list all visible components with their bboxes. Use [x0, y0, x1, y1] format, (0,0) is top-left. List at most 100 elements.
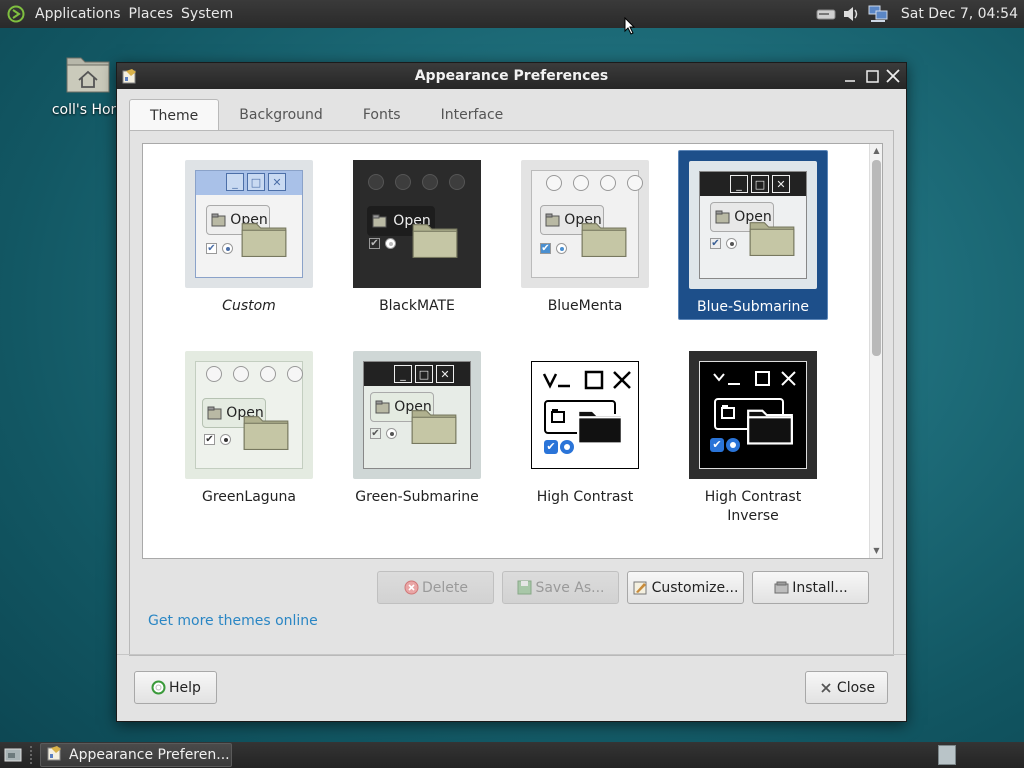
theme-list-scrollbar[interactable]: ▲ ▼: [869, 144, 882, 558]
save-as-button[interactable]: Save As...: [502, 571, 619, 604]
theme-name: Green-Submarine: [355, 489, 479, 505]
open-folder-icon: [207, 406, 222, 420]
help-icon: [150, 680, 166, 696]
help-button[interactable]: Help: [134, 671, 217, 704]
install-icon: [773, 580, 789, 596]
open-folder-icon: [211, 213, 226, 227]
checkbox-preview-icon: ✔: [206, 243, 217, 254]
volume-icon[interactable]: [841, 4, 863, 24]
open-folder-icon: [372, 214, 387, 228]
theme-list: _ □ ✕ Open ✔ Custom Open ✔ BlackMATE Ope…: [142, 143, 883, 559]
theme-preview: Open ✔: [353, 160, 481, 288]
folder-icon: [411, 410, 457, 444]
checkbox-preview-icon: ✔: [370, 428, 381, 439]
radio-preview-icon: [385, 238, 396, 249]
theme-preview: _ □ ✕ Open ✔: [353, 351, 481, 479]
close-button[interactable]: Close: [805, 671, 888, 704]
mouse-cursor-icon: [624, 17, 636, 35]
window-title: Appearance Preferences: [414, 68, 609, 84]
menu-applications[interactable]: Applications: [31, 6, 125, 22]
taskbar-window-label: Appearance Preferen...: [69, 747, 230, 763]
folder-icon: [241, 223, 287, 257]
folder-icon: [243, 416, 289, 450]
theme-tab-panel: _ □ ✕ Open ✔ Custom Open ✔ BlackMATE Ope…: [129, 130, 894, 656]
bottom-panel: Appearance Preferen...: [0, 742, 1024, 768]
theme-blackmate[interactable]: Open ✔ BlackMATE: [342, 160, 492, 316]
panel-grip[interactable]: [30, 746, 36, 764]
home-folder-icon: [66, 57, 110, 93]
theme-greensub[interactable]: _ □ ✕ Open ✔ Green-Submarine: [342, 351, 492, 507]
maximize-icon: [865, 69, 879, 83]
theme-preview: Open ✔: [521, 160, 649, 288]
open-folder-icon: [545, 213, 560, 227]
theme-preview: ✔: [689, 351, 817, 479]
theme-name: High Contrast: [536, 489, 634, 505]
theme-preview: _ □ ✕ Open ✔: [689, 161, 817, 289]
tab-fonts[interactable]: Fonts: [343, 99, 421, 131]
theme-preview: _ □ ✕ Open ✔: [185, 160, 313, 288]
menu-places[interactable]: Places: [125, 6, 178, 22]
dialog-separator: [117, 654, 906, 655]
theme-greenlaguna[interactable]: Open ✔ GreenLaguna: [174, 351, 324, 507]
hci-window-buttons-icon: [713, 371, 796, 386]
tab-bar: Theme Background Fonts Interface: [129, 99, 523, 131]
theme-name: BlackMATE: [379, 298, 455, 314]
system-tray: [815, 4, 889, 24]
checkbox-preview-icon: ✔: [710, 238, 721, 249]
hc-window-buttons-icon: [542, 370, 631, 390]
scroll-up-icon[interactable]: ▲: [872, 146, 881, 156]
hci-open-icon: [721, 405, 735, 419]
theme-name: BlueMenta: [547, 298, 623, 314]
appearance-preferences-window: Appearance Preferences Theme Background …: [116, 62, 907, 722]
radio-preview-icon: [556, 243, 567, 254]
tab-background[interactable]: Background: [219, 99, 343, 131]
mate-menu-icon[interactable]: [5, 3, 27, 25]
window-content: Theme Background Fonts Interface _ □ ✕ Ope…: [129, 99, 894, 656]
theme-preview: ✔: [521, 351, 649, 479]
delete-icon: [403, 580, 419, 596]
folder-icon: [412, 224, 458, 258]
folder-icon: [749, 222, 795, 256]
scroll-down-icon[interactable]: ▼: [872, 546, 881, 556]
theme-name: Custom: [222, 298, 276, 314]
get-more-themes-link[interactable]: Get more themes online: [148, 613, 318, 629]
close-x-icon: [818, 680, 834, 696]
folder-icon: [747, 409, 793, 445]
radio-preview-icon: [222, 243, 233, 254]
close-label: Close: [836, 679, 876, 696]
checkbox-preview-icon: ✔: [369, 238, 380, 249]
save-as-label: Save As...: [535, 579, 605, 596]
menu-system[interactable]: System: [177, 6, 237, 22]
open-folder-icon: [715, 210, 730, 224]
theme-name: GreenLaguna: [202, 489, 296, 505]
theme-bluementa[interactable]: Open ✔ BlueMenta: [510, 160, 660, 316]
theme-custom[interactable]: _ □ ✕ Open ✔ Custom: [174, 160, 324, 316]
minimize-button[interactable]: [841, 67, 859, 85]
close-window-button[interactable]: [884, 67, 902, 85]
taskbar-appearance-preferences[interactable]: Appearance Preferen...: [40, 743, 232, 767]
install-button[interactable]: Install...: [752, 571, 869, 604]
clock[interactable]: Sat Dec 7, 04:54: [901, 6, 1018, 22]
network-icon[interactable]: [867, 4, 889, 24]
delete-button[interactable]: Delete: [377, 571, 494, 604]
maximize-button[interactable]: [863, 67, 881, 85]
radio-preview-icon: [726, 238, 737, 249]
customize-button[interactable]: Customize...: [627, 571, 744, 604]
theme-hci[interactable]: ✔ High Contrast Inverse: [678, 351, 828, 526]
appearance-app-icon: [122, 68, 138, 84]
tab-theme[interactable]: Theme: [129, 99, 220, 131]
removable-drive-icon[interactable]: [815, 4, 837, 24]
customize-label: Customize...: [651, 579, 739, 596]
theme-hc[interactable]: ✔ High Contrast: [510, 351, 660, 507]
workspace-switcher[interactable]: [938, 745, 956, 765]
minimize-icon: [845, 80, 855, 82]
folder-icon: [577, 409, 623, 445]
checkbox-preview-icon: ✔: [540, 243, 551, 254]
scrollbar-thumb[interactable]: [872, 160, 881, 356]
show-desktop-icon[interactable]: [2, 745, 24, 765]
appearance-app-icon: [47, 745, 63, 765]
help-label: Help: [169, 679, 201, 696]
tab-interface[interactable]: Interface: [421, 99, 524, 131]
title-bar[interactable]: Appearance Preferences: [117, 63, 906, 89]
theme-bluesub[interactable]: _ □ ✕ Open ✔ Blue-Submarine: [678, 150, 828, 320]
